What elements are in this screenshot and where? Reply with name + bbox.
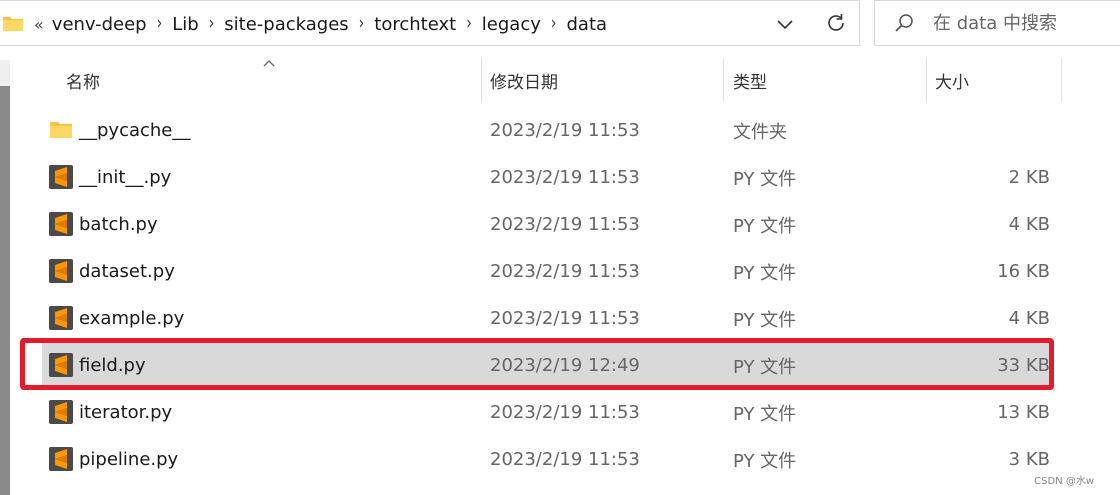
- file-row[interactable]: iterator.py 2023/2/19 11:53 PY 文件 13 KB: [42, 389, 1054, 436]
- column-header-type[interactable]: 类型: [733, 58, 767, 102]
- search-input[interactable]: [933, 1, 1113, 45]
- file-name: pipeline.py: [79, 449, 179, 470]
- folder-icon: [50, 122, 72, 138]
- column-header-type-label: 类型: [733, 72, 767, 93]
- watermark: CSDN @水w: [1034, 476, 1094, 487]
- breadcrumb-separator-icon[interactable]: ›: [157, 14, 163, 35]
- column-header-name-label: 名称: [66, 72, 100, 93]
- breadcrumb-overflow-button[interactable]: «: [34, 15, 44, 34]
- column-header-size-label: 大小: [935, 72, 969, 93]
- file-type: PY 文件: [733, 262, 797, 284]
- file-size: 13 KB: [997, 402, 1050, 423]
- address-bar[interactable]: « venv-deep › Lib › site-packages › torchtext ›…: [0, 0, 860, 46]
- file-modified-date: 2023/2/19 11:53: [490, 167, 640, 188]
- file-name: batch.py: [79, 214, 158, 235]
- navigation-pane-scrollbar[interactable]: [0, 60, 10, 495]
- file-modified-date: 2023/2/19 11:53: [490, 402, 640, 423]
- sublime-file-icon: [49, 306, 73, 330]
- sublime-file-icon: [49, 165, 73, 189]
- file-size: 2 KB: [1008, 167, 1050, 188]
- file-row[interactable]: __init__.py 2023/2/19 11:53 PY 文件 2 KB: [42, 154, 1054, 201]
- file-type: PY 文件: [733, 450, 797, 472]
- sort-ascending-icon: [263, 60, 275, 67]
- column-divider[interactable]: [723, 58, 724, 102]
- breadcrumb-separator-icon[interactable]: ›: [359, 14, 365, 35]
- file-type: PY 文件: [733, 168, 797, 190]
- file-name: iterator.py: [79, 402, 173, 423]
- file-name: dataset.py: [79, 261, 175, 282]
- file-row[interactable]: __pycache__ 2023/2/19 11:53 文件夹: [42, 107, 1054, 154]
- column-header-modified-label: 修改日期: [490, 72, 558, 93]
- file-size: 16 KB: [997, 261, 1050, 282]
- file-size: 4 KB: [1008, 308, 1050, 329]
- file-type: PY 文件: [733, 309, 797, 331]
- file-name: __pycache__: [79, 120, 191, 141]
- file-modified-date: 2023/2/19 11:53: [490, 261, 640, 282]
- file-row[interactable]: pipeline.py 2023/2/19 11:53 PY 文件 3 KB: [42, 436, 1054, 483]
- breadcrumb-item[interactable]: Lib: [172, 14, 198, 35]
- sublime-file-icon: [49, 212, 73, 236]
- breadcrumb-separator-icon[interactable]: ›: [551, 14, 557, 35]
- chevron-down-icon[interactable]: [774, 13, 796, 35]
- file-modified-date: 2023/2/19 11:53: [490, 308, 640, 329]
- file-type: PY 文件: [733, 215, 797, 237]
- sublime-file-icon: [49, 259, 73, 283]
- file-name: example.py: [79, 308, 185, 329]
- column-header-size[interactable]: 大小: [935, 58, 969, 102]
- file-type: PY 文件: [733, 403, 797, 425]
- breadcrumb: « venv-deep › Lib › site-packages › torchtext ›…: [34, 1, 607, 47]
- file-row[interactable]: dataset.py 2023/2/19 11:53 PY 文件 16 KB: [42, 248, 1054, 295]
- breadcrumb-item[interactable]: data: [567, 14, 608, 35]
- sublime-file-icon: [49, 447, 73, 471]
- file-type: 文件夹: [733, 121, 787, 143]
- scrollbar-thumb[interactable]: [0, 86, 10, 495]
- file-row[interactable]: batch.py 2023/2/19 11:53 PY 文件 4 KB: [42, 201, 1054, 248]
- column-header-modified[interactable]: 修改日期: [490, 58, 558, 102]
- column-header-name[interactable]: 名称: [66, 58, 100, 102]
- search-icon: [895, 14, 913, 32]
- file-modified-date: 2023/2/19 11:53: [490, 214, 640, 235]
- breadcrumb-separator-icon[interactable]: ›: [466, 14, 472, 35]
- file-modified-date: 2023/2/19 11:53: [490, 120, 640, 141]
- column-divider[interactable]: [1061, 58, 1062, 102]
- breadcrumb-item[interactable]: site-packages: [224, 14, 348, 35]
- breadcrumb-item[interactable]: torchtext: [374, 14, 456, 35]
- refresh-icon[interactable]: [824, 11, 848, 35]
- file-modified-date: 2023/2/19 11:53: [490, 449, 640, 470]
- column-divider[interactable]: [481, 58, 482, 102]
- file-row[interactable]: example.py 2023/2/19 11:53 PY 文件 4 KB: [42, 295, 1054, 342]
- search-box[interactable]: [874, 0, 1120, 46]
- file-size: 4 KB: [1008, 214, 1050, 235]
- column-divider[interactable]: [926, 58, 927, 102]
- breadcrumb-separator-icon[interactable]: ›: [209, 14, 215, 35]
- breadcrumb-item[interactable]: legacy: [482, 14, 541, 35]
- breadcrumb-item[interactable]: venv-deep: [52, 14, 147, 35]
- file-name: __init__.py: [79, 167, 172, 188]
- folder-icon: [3, 17, 23, 31]
- sublime-file-icon: [49, 400, 73, 424]
- highlight-annotation: [20, 338, 1054, 390]
